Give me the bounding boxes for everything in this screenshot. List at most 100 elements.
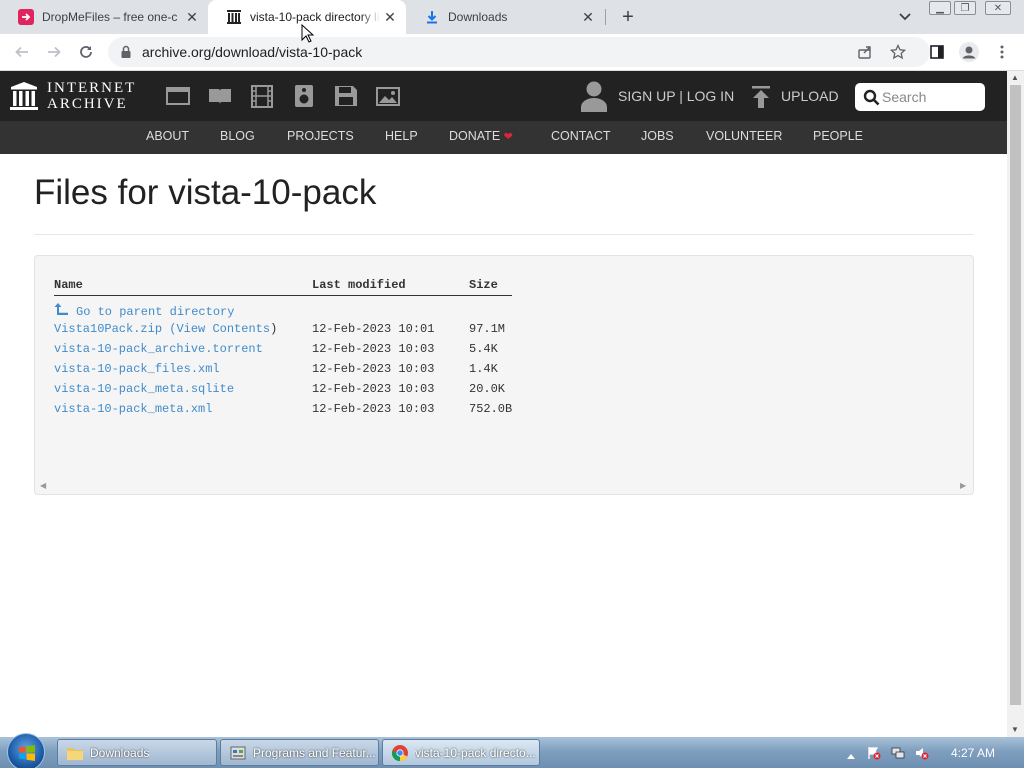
page-scrollbar[interactable]: ▲ ▼ [1007,71,1024,737]
tab-separator [605,9,606,25]
back-arrow-icon[interactable] [10,40,34,64]
close-tab-icon[interactable]: ✕ [182,7,202,27]
file-link[interactable]: vista-10-pack_meta.sqlite [54,382,234,396]
address-bar[interactable]: archive.org/download/vista-10-pack [108,37,930,67]
site-search-input[interactable]: Search [855,83,985,111]
file-link[interactable]: vista-10-pack_meta.xml [54,402,212,416]
internet-archive-logo[interactable]: INTERNET ARCHIVE [10,79,140,115]
signup-login-link[interactable]: SIGN UP | LOG IN [618,88,734,104]
file-row: vista-10-pack_files.xml 12-Feb-2023 10:0… [54,362,524,378]
file-link[interactable]: vista-10-pack_files.xml [54,362,220,376]
tab-search-chevron-icon[interactable] [896,8,914,26]
parent-directory-link[interactable]: Go to parent directory [54,302,234,319]
parent-directory-row: Go to parent directory [54,302,524,319]
dropmefiles-favicon [18,9,34,25]
volume-muted-icon[interactable] [915,746,929,760]
close-window-button[interactable]: ✕ [985,1,1011,15]
file-row: Vista10Pack.zip (View Contents) 12-Feb-2… [54,322,524,338]
scroll-left-arrow-icon[interactable]: ◀ [40,481,48,490]
video-film-icon[interactable] [249,84,275,108]
file-modified: 12-Feb-2023 10:03 [312,382,435,396]
software-floppy-icon[interactable] [333,84,359,108]
audio-speaker-icon[interactable] [291,84,317,108]
tab-dropmefiles[interactable]: DropMeFiles – free one-c ✕ [0,0,208,34]
file-link[interactable]: vista-10-pack_archive.torrent [54,342,263,356]
bookmark-star-icon[interactable] [886,40,910,64]
scroll-up-arrow-icon[interactable]: ▲ [1011,73,1019,82]
images-photo-icon[interactable] [375,84,401,108]
user-silhouette-icon[interactable] [580,80,608,112]
file-link[interactable]: Vista10Pack.zip [54,322,162,336]
file-modified: 12-Feb-2023 10:03 [312,342,435,356]
download-favicon [424,9,440,25]
network-icon[interactable] [891,746,905,760]
nav-projects[interactable]: PROJECTS [287,129,354,143]
file-modified: 12-Feb-2023 10:03 [312,402,435,416]
share-icon[interactable] [853,40,877,64]
side-panel-icon[interactable] [925,40,949,64]
web-icon[interactable] [165,84,191,108]
close-tab-icon[interactable]: ✕ [380,7,400,27]
upload-icon[interactable] [751,86,771,108]
action-center-flag-icon[interactable] [867,746,881,760]
page-title: Files for vista-10-pack [34,173,377,212]
folder-icon [67,747,83,760]
system-tray: 4:27 AM [840,737,1024,768]
profile-avatar-icon[interactable] [957,40,981,64]
nav-blog[interactable]: BLOG [220,129,255,143]
taskbar-item-programs-and-features[interactable]: Programs and Featur... [220,739,379,766]
site-nav-bar: ABOUT BLOG PROJECTS HELP DONATE ❤ CONTAC… [0,121,1007,154]
column-header-size: Size [469,278,498,292]
tab-title: vista-10-pack directory li [250,10,380,24]
texts-book-icon[interactable] [207,84,233,108]
forward-arrow-icon[interactable] [42,40,66,64]
new-tab-button[interactable]: + [617,6,639,28]
scroll-down-arrow-icon[interactable]: ▼ [1011,725,1019,734]
mouse-cursor-icon [301,24,315,43]
nav-people[interactable]: PEOPLE [813,129,863,143]
screen: { "browser": { "tabs": [ {"title": "Drop… [0,0,1024,768]
file-modified: 12-Feb-2023 10:03 [312,362,435,376]
taskbar-label: Downloads [90,745,150,760]
search-icon[interactable] [863,89,880,106]
taskbar-item-downloads[interactable]: Downloads [57,739,217,766]
up-arrow-icon [54,303,68,315]
nav-donate[interactable]: DONATE ❤ [449,129,513,143]
start-button[interactable] [7,733,45,768]
browser-toolbar: archive.org/download/vista-10-pack [0,34,1024,71]
view-contents-link[interactable]: View Contents [176,322,270,336]
minimize-window-button[interactable]: ▁ [929,1,951,15]
file-row: vista-10-pack_meta.xml 12-Feb-2023 10:03… [54,402,524,418]
file-row: vista-10-pack_archive.torrent 12-Feb-202… [54,342,524,358]
file-modified: 12-Feb-2023 10:01 [312,322,435,336]
paren-close: ) [270,322,278,336]
close-tab-icon[interactable]: ✕ [578,7,598,27]
browser-menu-icon[interactable] [990,40,1014,64]
scroll-right-arrow-icon[interactable]: ▶ [960,481,968,490]
nav-help[interactable]: HELP [385,129,418,143]
windows-taskbar: Downloads Programs and Featur... vista-1… [0,733,1024,768]
windows-logo-icon [19,745,35,761]
file-row: vista-10-pack_meta.sqlite 12-Feb-2023 10… [54,382,524,398]
system-clock[interactable]: 4:27 AM [951,746,995,760]
column-header-name: Name [54,278,83,292]
reload-icon[interactable] [74,40,98,64]
upload-link[interactable]: UPLOAD [781,88,839,104]
nav-jobs[interactable]: JOBS [641,129,674,143]
nav-about[interactable]: ABOUT [146,129,189,143]
taskbar-label: Programs and Featur... [253,745,376,760]
nav-donate-label: DONATE [449,129,501,143]
url-text: archive.org/download/vista-10-pack [142,44,363,60]
taskbar-item-chrome[interactable]: vista-10-pack directo... [382,739,540,766]
restore-window-button[interactable]: ❐ [954,1,976,15]
scrollbar-thumb[interactable] [1010,85,1021,705]
file-size: 20.0K [469,382,506,396]
show-hidden-icons-icon[interactable] [846,747,860,761]
logo-text-line2: ARCHIVE [47,96,128,112]
lock-icon [121,45,131,58]
nav-volunteer[interactable]: VOLUNTEER [706,129,782,143]
tab-downloads[interactable]: Downloads ✕ [406,0,604,34]
tab-title: Downloads [448,10,508,24]
archive-favicon [226,9,242,25]
nav-contact[interactable]: CONTACT [551,129,611,143]
